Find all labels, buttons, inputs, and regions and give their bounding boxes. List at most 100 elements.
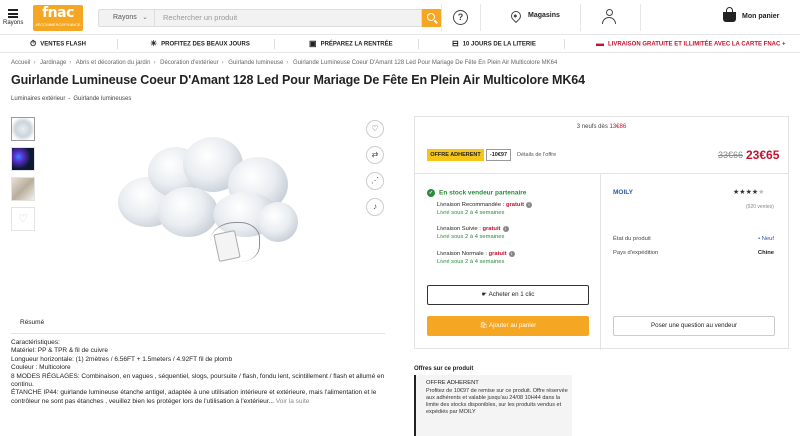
card-icon: ▬ xyxy=(596,39,604,48)
subcategory-link[interactable]: Guirlande lumineuses xyxy=(73,96,131,102)
breadcrumb-item[interactable]: Abris et décoration du jardin xyxy=(76,60,151,66)
star-half-icon: ★ xyxy=(758,189,765,196)
check-circle-icon: ✓ xyxy=(427,189,435,197)
delivery-option: Livraison Suivie : gratuit i Livré sous 2… xyxy=(437,226,509,241)
header-divider xyxy=(640,4,641,31)
breadcrumb-separator: › xyxy=(286,60,289,66)
description-line: Caractéristiques: xyxy=(11,339,60,346)
search-input[interactable]: Rechercher un produit xyxy=(155,9,422,27)
thumbnail-list: ♡ xyxy=(11,117,35,237)
breadcrumb-item[interactable]: Guirlande lumineuse xyxy=(228,60,283,66)
heart-outline-icon: ♡ xyxy=(18,213,28,225)
promo-bedding[interactable]: ⊟ 10 JOURS DE LA LITERIE xyxy=(452,35,536,53)
delivery-label: Livraison Suivie : xyxy=(437,226,481,232)
hamburger-icon xyxy=(8,9,18,18)
description-line: Matériel: PP & TPR & fil de cuivre xyxy=(11,347,108,355)
category-select[interactable]: Rayons ⌄ xyxy=(98,9,155,27)
new-offers-price: 13€86 xyxy=(609,124,627,130)
promo-label: PROFITEZ DES BEAUX JOURS xyxy=(161,41,250,48)
site-header: Rayons fnac #ECOMMERCEFRANCE Rayons ⌄ Re… xyxy=(0,0,800,35)
buy-one-click-button[interactable]: ☛ Acheter en 1 clic xyxy=(427,285,589,305)
promo-divider xyxy=(274,39,275,49)
chevron-down-icon: ⌄ xyxy=(142,14,148,21)
promo-label: 10 JOURS DE LA LITERIE xyxy=(462,41,536,48)
breadcrumb-item[interactable]: Jardinage xyxy=(40,60,66,66)
add-to-cart-label: Ajouter au panier xyxy=(489,322,537,329)
buy-one-click-label: Acheter en 1 clic xyxy=(488,291,535,298)
breadcrumb: Accueil › Jardinage › Abris et décoration … xyxy=(11,60,557,66)
fnac-logo[interactable]: fnac #ECOMMERCEFRANCE xyxy=(33,5,83,31)
subcategory-separator: - xyxy=(68,96,71,102)
adherent-offer-box: OFFRE ADHERENT Profitez de 10€97 de remi… xyxy=(414,375,572,436)
promo-label: LIVRAISON GRATUITE ET ILLIMITÉE AVEC LA … xyxy=(608,41,786,48)
breadcrumb-item[interactable]: Décoration d'extérieur xyxy=(160,60,219,66)
product-subcategories: Luminaires extérieur - Guirlande lumineuse… xyxy=(11,96,131,102)
tab-resume[interactable]: Résumé xyxy=(20,319,44,326)
bed-icon: ⊟ xyxy=(452,39,459,48)
breadcrumb-separator: › xyxy=(69,60,72,66)
location-pin-icon xyxy=(508,8,524,24)
thumbnail-4[interactable]: ♡ xyxy=(11,207,35,231)
menu-label: Rayons xyxy=(3,20,24,26)
thumbnail-2[interactable] xyxy=(11,147,35,171)
breadcrumb-item[interactable]: Accueil xyxy=(11,60,30,66)
flash-icon: ⏱ xyxy=(30,39,37,48)
product-state-value: • Neuf xyxy=(758,236,774,242)
delivery-time: Livré sous 2 à 4 semaines xyxy=(437,209,505,216)
favorite-heart-icon[interactable]: ♡ xyxy=(366,120,384,138)
audio-description-icon[interactable]: ♪ xyxy=(366,198,384,216)
add-to-cart-button[interactable]: 🛍 Ajouter au panier xyxy=(427,316,589,336)
menu-button[interactable]: Rayons xyxy=(3,9,23,26)
promo-summer[interactable]: ☀ PROFITEZ DES BEAUX JOURS xyxy=(150,35,250,53)
category-select-label: Rayons xyxy=(113,14,137,21)
seller-rating[interactable]: ★★★★★ xyxy=(733,188,764,196)
shipping-country-label: Pays d'expédition xyxy=(613,250,659,256)
header-divider xyxy=(580,4,581,31)
search-button[interactable] xyxy=(422,9,442,27)
delivery-time: Livré sous 2 à 4 semaines xyxy=(437,233,505,240)
info-icon[interactable]: i xyxy=(508,251,515,257)
account-button[interactable] xyxy=(602,9,616,25)
delivery-label: Livraison Recommandée : xyxy=(437,202,505,208)
stock-label: En stock vendeur partenaire xyxy=(439,189,527,197)
promo-divider xyxy=(418,39,419,49)
product-actions: ♡ ⇄ ⋰ ♪ xyxy=(366,120,384,224)
basket-icon: 🛍 xyxy=(479,322,488,329)
search-icon xyxy=(427,13,435,21)
read-more-link[interactable]: Voir la suite xyxy=(276,398,310,405)
promo-bar: ⏱ VENTES FLASH ☀ PROFITEZ DES BEAUX JOURS … xyxy=(0,35,800,53)
info-icon[interactable]: i xyxy=(526,202,533,208)
new-offers-label: 3 neufs dès xyxy=(576,124,608,130)
compare-icon[interactable]: ⇄ xyxy=(366,146,384,164)
ask-seller-button[interactable]: Poser une question au vendeur xyxy=(613,316,775,336)
thumbnail-1[interactable] xyxy=(11,117,35,141)
description-line: 8 MODES RÉGLAGES: Combinaison, en vagues… xyxy=(11,372,385,389)
promo-flash-sales[interactable]: ⏱ VENTES FLASH xyxy=(30,35,86,53)
buy-box: 3 neufs dès 13€86 OFFRE ADHERENT -10€97 … xyxy=(414,116,789,350)
description-line: Longueur horizontale: (1) 2mètres / 6.56… xyxy=(11,355,233,363)
share-icon[interactable]: ⋰ xyxy=(366,172,384,190)
buybox-column-divider xyxy=(600,174,601,350)
delivery-time: Livré sous 2 à 4 semaines xyxy=(437,258,505,265)
product-description: Caractéristiques: Matériel: PP & TPR & f… xyxy=(11,339,385,406)
header-divider xyxy=(480,4,481,31)
help-icon[interactable]: ? xyxy=(453,10,468,25)
offer-box-title: OFFRE ADHERENT xyxy=(426,380,479,386)
product-main-image[interactable] xyxy=(118,137,298,272)
delivery-price: gratuit xyxy=(488,251,507,257)
one-click-hand-icon: ☛ xyxy=(481,291,488,298)
logo-text: fnac xyxy=(42,5,74,21)
seller-sales-count: (920 ventes) xyxy=(746,204,774,210)
thumbnail-3[interactable] xyxy=(11,177,35,201)
new-offers-count[interactable]: 3 neufs dès 13€86 xyxy=(415,124,788,130)
offer-details-link[interactable]: Détails de l'offre xyxy=(517,152,556,158)
user-icon xyxy=(605,9,613,16)
info-icon[interactable]: i xyxy=(502,226,509,232)
seller-name[interactable]: MOILY xyxy=(613,189,633,196)
promo-free-delivery[interactable]: ▬ LIVRAISON GRATUITE ET ILLIMITÉE AVEC LA… xyxy=(596,35,786,53)
discount-badge: -10€97 xyxy=(486,149,511,161)
stores-label: Magasins xyxy=(528,12,560,19)
promo-back-to-school[interactable]: ▣ PRÉPAREZ LA RENTRÉE xyxy=(309,35,393,53)
delivery-label: Livraison Normale : xyxy=(437,251,487,257)
subcategory-link[interactable]: Luminaires extérieur xyxy=(11,96,65,102)
